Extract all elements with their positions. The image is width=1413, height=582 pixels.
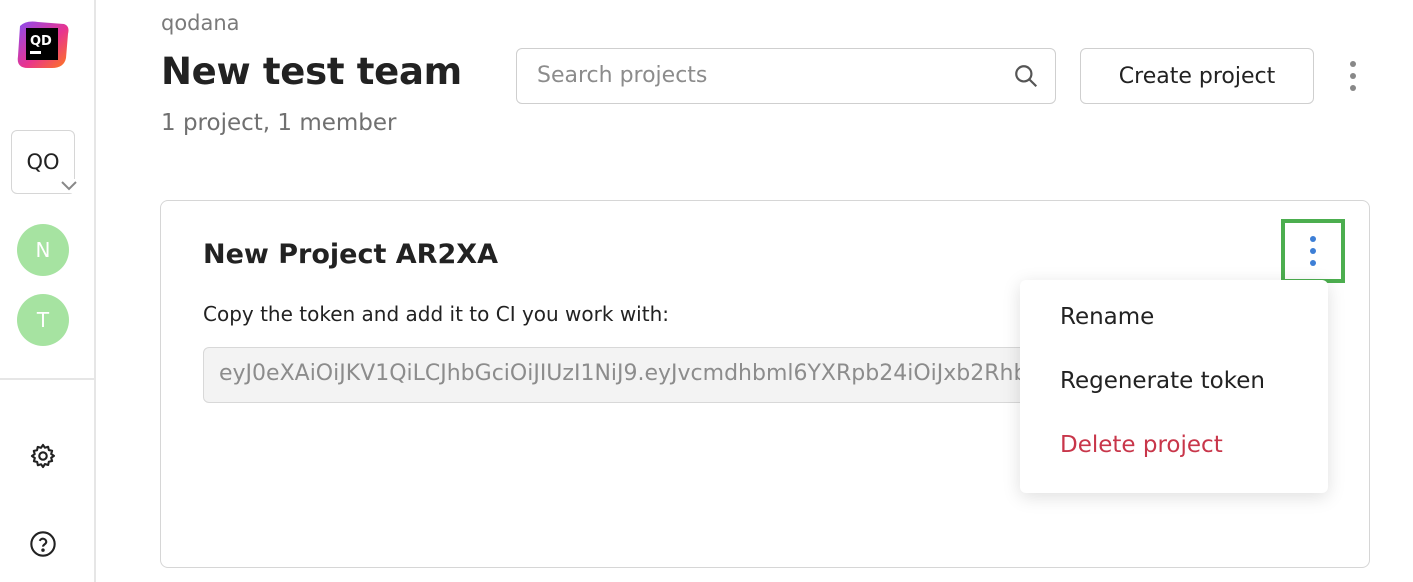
qodana-logo[interactable]: QD <box>16 20 70 70</box>
menu-item-regenerate-token[interactable]: Regenerate token <box>1060 368 1265 394</box>
create-project-button[interactable]: Create project <box>1080 48 1314 104</box>
avatar-t[interactable]: T <box>17 294 69 346</box>
avatar-initial: N <box>35 238 51 262</box>
token-label: Copy the token and add it to CI you work… <box>203 302 669 326</box>
more-options-icon[interactable] <box>1338 58 1368 94</box>
help-icon[interactable] <box>28 529 58 559</box>
project-title[interactable]: New Project AR2XA <box>203 239 498 270</box>
search-input[interactable] <box>537 49 1007 102</box>
logo-text: QD <box>30 34 52 49</box>
avatar-n[interactable]: N <box>17 224 69 276</box>
breadcrumb[interactable]: qodana <box>161 11 240 35</box>
avatar-initial: T <box>36 308 50 332</box>
search-icon[interactable] <box>1013 63 1039 89</box>
page-subtitle: 1 project, 1 member <box>161 110 397 136</box>
token-value: eyJ0eXAiOiJKV1QiLCJhbGciOiJIUzI1NiJ9.eyJ… <box>219 361 1102 386</box>
project-actions-menu: Rename Regenerate token Delete project <box>1020 280 1328 493</box>
menu-item-rename[interactable]: Rename <box>1060 304 1154 330</box>
sidebar: QD QO N T <box>0 0 96 582</box>
search-box[interactable] <box>516 48 1056 104</box>
token-field[interactable]: eyJ0eXAiOiJKV1QiLCJhbGciOiJIUzI1NiJ9.eyJ… <box>203 347 1103 403</box>
team-switcher[interactable]: QO <box>11 130 80 194</box>
page-title: New test team <box>161 50 462 93</box>
gear-icon[interactable] <box>28 441 58 471</box>
menu-item-delete-project[interactable]: Delete project <box>1060 432 1223 458</box>
sidebar-divider <box>0 378 94 380</box>
team-switcher-label: QO <box>26 150 60 174</box>
project-more-options-icon[interactable] <box>1281 219 1345 283</box>
chevron-down-icon <box>58 179 80 193</box>
